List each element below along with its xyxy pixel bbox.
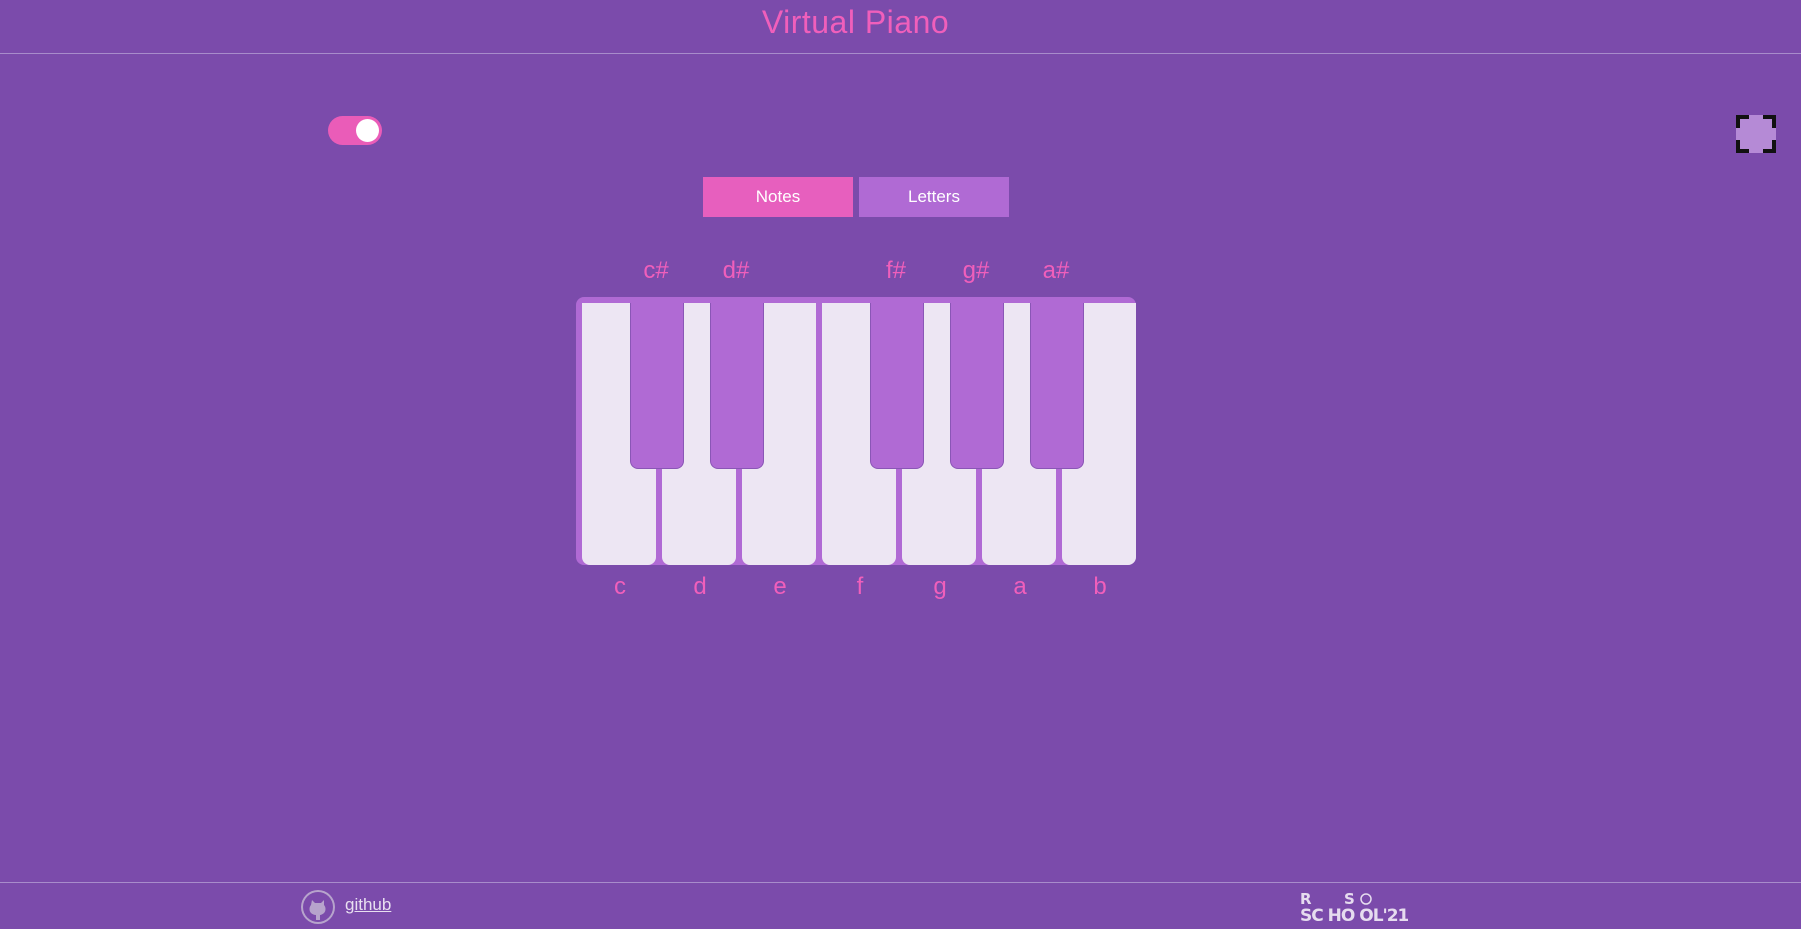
footer: github R S SC HO OL'21 [0,882,1801,929]
header: Virtual Piano [0,0,1801,54]
white-key-label-b: b [1093,573,1107,600]
svg-text:SC HO OL'21: SC HO OL'21 [1300,906,1408,925]
page: Virtual Piano Notes Letters c# d# f# g# … [0,0,1801,929]
toggle-knob [356,119,379,142]
piano-key-d-sharp[interactable] [710,303,764,469]
page-title: Virtual Piano [761,4,950,40]
fullscreen-icon [1736,115,1776,153]
white-key-label-e: e [773,573,787,600]
white-key-label-f: f [856,573,864,600]
white-key-label-c: c [614,573,626,600]
piano-keyboard [576,297,1136,565]
notes-button[interactable]: Notes [703,177,853,217]
black-key-label-d-sharp: d# [722,257,750,284]
black-key-label-g-sharp: g# [962,257,990,284]
fullscreen-button[interactable] [1736,115,1776,153]
piano-key-f-sharp[interactable] [870,303,924,469]
github-link[interactable]: github [345,895,391,915]
white-key-label-d: d [693,573,707,600]
piano-key-c-sharp[interactable] [630,303,684,469]
piano-key-g-sharp[interactable] [950,303,1004,469]
theme-toggle[interactable] [328,116,382,145]
piano-key-a-sharp[interactable] [1030,303,1084,469]
black-key-label-a-sharp: a# [1042,257,1070,284]
rs-school-logo[interactable]: R S SC HO OL'21 [1298,889,1410,926]
letters-button[interactable]: Letters [859,177,1009,217]
black-key-label-c-sharp: c# [643,257,669,284]
black-key-label-f-sharp: f# [885,257,906,284]
github-icon[interactable] [301,890,335,924]
white-key-label-g: g [933,573,947,600]
white-key-label-a: a [1013,573,1027,600]
